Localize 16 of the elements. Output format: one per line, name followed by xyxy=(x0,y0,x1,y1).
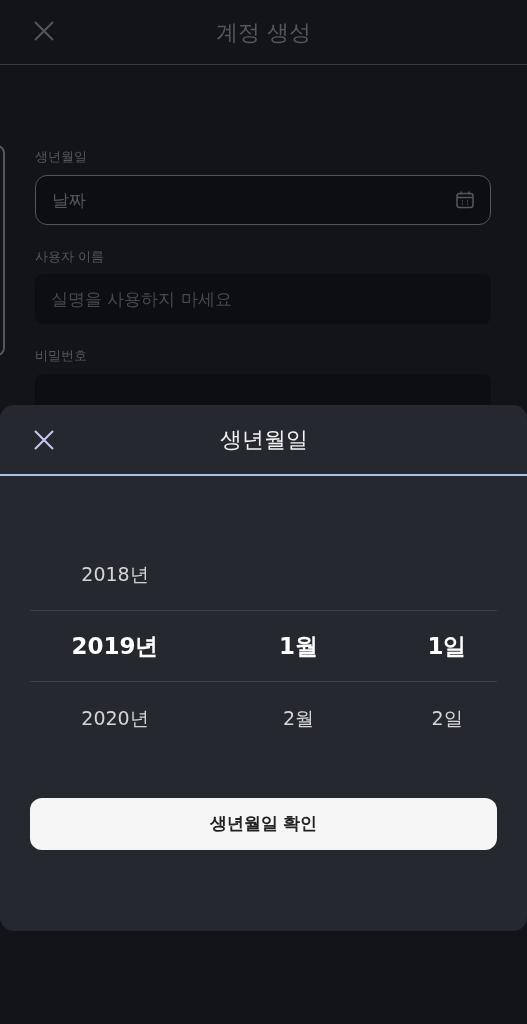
field-label: 비밀번호 xyxy=(35,347,88,365)
day-option[interactable]: 1일 xyxy=(427,628,467,664)
month-option[interactable]: 1월 xyxy=(279,628,318,664)
year-option[interactable]: 2019년 xyxy=(71,628,159,664)
calendar-icon[interactable] xyxy=(455,189,475,210)
year-option[interactable]: 2018년 xyxy=(81,559,149,589)
date-field[interactable]: 날짜 xyxy=(35,174,491,225)
month-option[interactable]: 2월 xyxy=(282,703,315,733)
page-title: 계정 생성 xyxy=(216,18,311,47)
year-option[interactable]: 2020년 xyxy=(81,703,149,733)
confirm-button[interactable]: 생년월일 확인 xyxy=(30,798,497,850)
field-label: 생년월일 xyxy=(35,148,88,166)
sheet-title: 생년월일 xyxy=(219,426,308,454)
day-option[interactable]: 2일 xyxy=(431,703,463,733)
field-label: 사용자 이름 xyxy=(35,247,106,266)
text-field[interactable]: 실명을 사용하지 마세요 xyxy=(35,274,491,324)
